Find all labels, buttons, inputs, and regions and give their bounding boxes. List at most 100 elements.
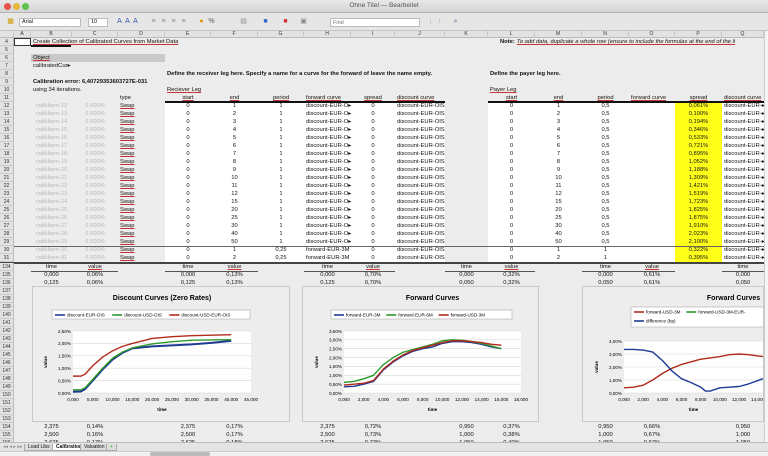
receiver-cell[interactable]: 8	[211, 158, 258, 166]
sheet-title[interactable]: Create Collection of Calibrated Curves f…	[31, 38, 351, 46]
calib-item-percent[interactable]: 0,000%	[72, 246, 118, 254]
row-header-140[interactable]: 140	[0, 311, 14, 319]
row-header-153[interactable]: 153	[0, 415, 14, 423]
receiver-cell[interactable]: 3	[211, 118, 258, 126]
instrument-type[interactable]: Swap	[118, 182, 165, 190]
payer-cell[interactable]: discount-EUR-▸	[722, 230, 764, 238]
payer-cell[interactable]: discount-EUR-▸	[722, 134, 764, 142]
receiver-cell[interactable]: 50	[211, 238, 258, 246]
add-sheet-button[interactable]: +	[106, 444, 117, 451]
receiver-cell[interactable]: forward-EUR-3M	[304, 254, 351, 262]
calib-item-name[interactable]: calibItem-27	[31, 222, 72, 230]
receiver-cell[interactable]: 1	[258, 150, 304, 158]
payer-cell[interactable]: discount-EUR-▸	[722, 182, 764, 190]
receiver-cell[interactable]: discount-EUR-OIS	[395, 150, 445, 158]
payer-cell[interactable]: discount-EUR-▸	[722, 142, 764, 150]
instrument-type[interactable]: Swap	[118, 134, 165, 142]
receiver-cell[interactable]: discount-EUR-OIS	[395, 174, 445, 182]
payer-cell[interactable]: 12	[535, 190, 582, 198]
payer-cell[interactable]: 0	[488, 238, 535, 246]
payer-cell[interactable]: 0	[488, 166, 535, 174]
curve-cell[interactable]: 2,375	[304, 423, 351, 431]
receiver-cell[interactable]: 20	[211, 206, 258, 214]
payer-cell[interactable]: discount-EUR-▸	[722, 166, 764, 174]
receiver-cell[interactable]: 0,25	[258, 254, 304, 262]
receiver-cell[interactable]: 0	[351, 198, 395, 206]
receiver-cell[interactable]: discount-EUR-O▸	[304, 166, 351, 174]
row-header-149[interactable]: 149	[0, 383, 14, 391]
payer-cell[interactable]: 0	[488, 254, 535, 262]
calib-item-percent[interactable]: 0,000%	[72, 198, 118, 206]
curve-column-header[interactable]: value	[72, 263, 118, 271]
receiver-cell[interactable]: 1	[258, 142, 304, 150]
receiver-cell[interactable]: discount-EUR-OIS	[395, 254, 445, 262]
receiver-cell[interactable]: 0	[351, 174, 395, 182]
payer-cell[interactable]: 0,895%	[675, 150, 722, 158]
object-value[interactable]: calibratedCur▸	[31, 62, 118, 70]
instrument-type[interactable]: Swap	[118, 254, 165, 262]
header-type[interactable]: type	[118, 94, 165, 102]
curve-cell[interactable]: 0,70%	[351, 271, 395, 279]
row-header-10[interactable]: 10	[0, 86, 14, 94]
receiver-cell[interactable]: 9	[211, 166, 258, 174]
curve-cell[interactable]: 2,500	[31, 431, 72, 439]
curve-cell[interactable]: 0,17%	[211, 431, 258, 439]
row-header-142[interactable]: 142	[0, 327, 14, 335]
receiver-cell[interactable]: 1	[258, 222, 304, 230]
calib-item-percent[interactable]: 0,000%	[72, 110, 118, 118]
receiver-cell[interactable]: 0	[165, 182, 211, 190]
instrument-type[interactable]: Swap	[118, 150, 165, 158]
payer-cell[interactable]: 0,5	[582, 118, 629, 126]
curve-cell[interactable]: 2,375	[31, 423, 72, 431]
payer-cell[interactable]: 0,5	[582, 190, 629, 198]
receiver-cell[interactable]: discount-EUR-O▸	[304, 158, 351, 166]
payer-cell[interactable]: 0	[488, 190, 535, 198]
receiver-cell[interactable]: 1	[258, 182, 304, 190]
curve-cell[interactable]: 0,950	[582, 423, 629, 431]
curve-cell[interactable]: 0,73%	[351, 431, 395, 439]
payer-cell[interactable]	[629, 134, 675, 142]
payer-cell[interactable]	[629, 246, 675, 254]
row-header-138[interactable]: 138	[0, 295, 14, 303]
payer-instructions[interactable]: Define the payer leg here.	[488, 70, 629, 78]
payer-header-5[interactable]: discount curve	[722, 94, 764, 102]
receiver-cell[interactable]: discount-EUR-OIS	[395, 206, 445, 214]
payer-cell[interactable]: 0,5	[582, 166, 629, 174]
row-header-137[interactable]: 137	[0, 287, 14, 295]
payer-cell[interactable]	[629, 166, 675, 174]
receiver-cell[interactable]: discount-EUR-O▸	[304, 230, 351, 238]
payer-cell[interactable]: 0	[488, 150, 535, 158]
payer-cell[interactable]: discount-EUR-▸	[722, 254, 764, 262]
payer-cell[interactable]: 30	[535, 222, 582, 230]
curve-column-header[interactable]: value	[351, 263, 395, 271]
payer-cell[interactable]: 25	[535, 214, 582, 222]
calib-item-name[interactable]: calibItem-18	[31, 150, 72, 158]
receiver-cell[interactable]: 1	[258, 166, 304, 174]
receiver-header-4[interactable]: spread	[351, 94, 395, 102]
instrument-type[interactable]: Swap	[118, 230, 165, 238]
vertical-scrollbar[interactable]	[764, 31, 768, 442]
receiver-cell[interactable]: discount-EUR-O▸	[304, 118, 351, 126]
receiver-cell[interactable]: discount-EUR-O▸	[304, 102, 351, 110]
receiver-cell[interactable]: 0	[351, 150, 395, 158]
payer-cell[interactable]: 3	[535, 118, 582, 126]
receiver-cell[interactable]: discount-EUR-O▸	[304, 222, 351, 230]
receiver-cell[interactable]: 0	[165, 150, 211, 158]
receiver-cell[interactable]: 5	[211, 134, 258, 142]
curve-column-header[interactable]: time	[722, 263, 764, 271]
curve-column-header[interactable]: value	[488, 263, 535, 271]
payer-cell[interactable]: 0,5	[582, 198, 629, 206]
row-header-139[interactable]: 139	[0, 303, 14, 311]
payer-cell[interactable]: 0,5	[582, 134, 629, 142]
receiver-cell[interactable]: 11	[211, 182, 258, 190]
receiver-cell[interactable]: discount-EUR-OIS	[395, 142, 445, 150]
payer-cell[interactable]: discount-EUR-▸	[722, 118, 764, 126]
calib-item-percent[interactable]: 0,000%	[72, 254, 118, 262]
payer-cell[interactable]: 0,5	[582, 158, 629, 166]
row-header-136[interactable]: 136	[0, 279, 14, 287]
receiver-cell[interactable]: 1	[258, 102, 304, 110]
calib-item-name[interactable]: calibItem-25	[31, 206, 72, 214]
payer-cell[interactable]	[629, 118, 675, 126]
payer-cell[interactable]: 5	[535, 134, 582, 142]
curve-column-header[interactable]: time	[165, 263, 211, 271]
